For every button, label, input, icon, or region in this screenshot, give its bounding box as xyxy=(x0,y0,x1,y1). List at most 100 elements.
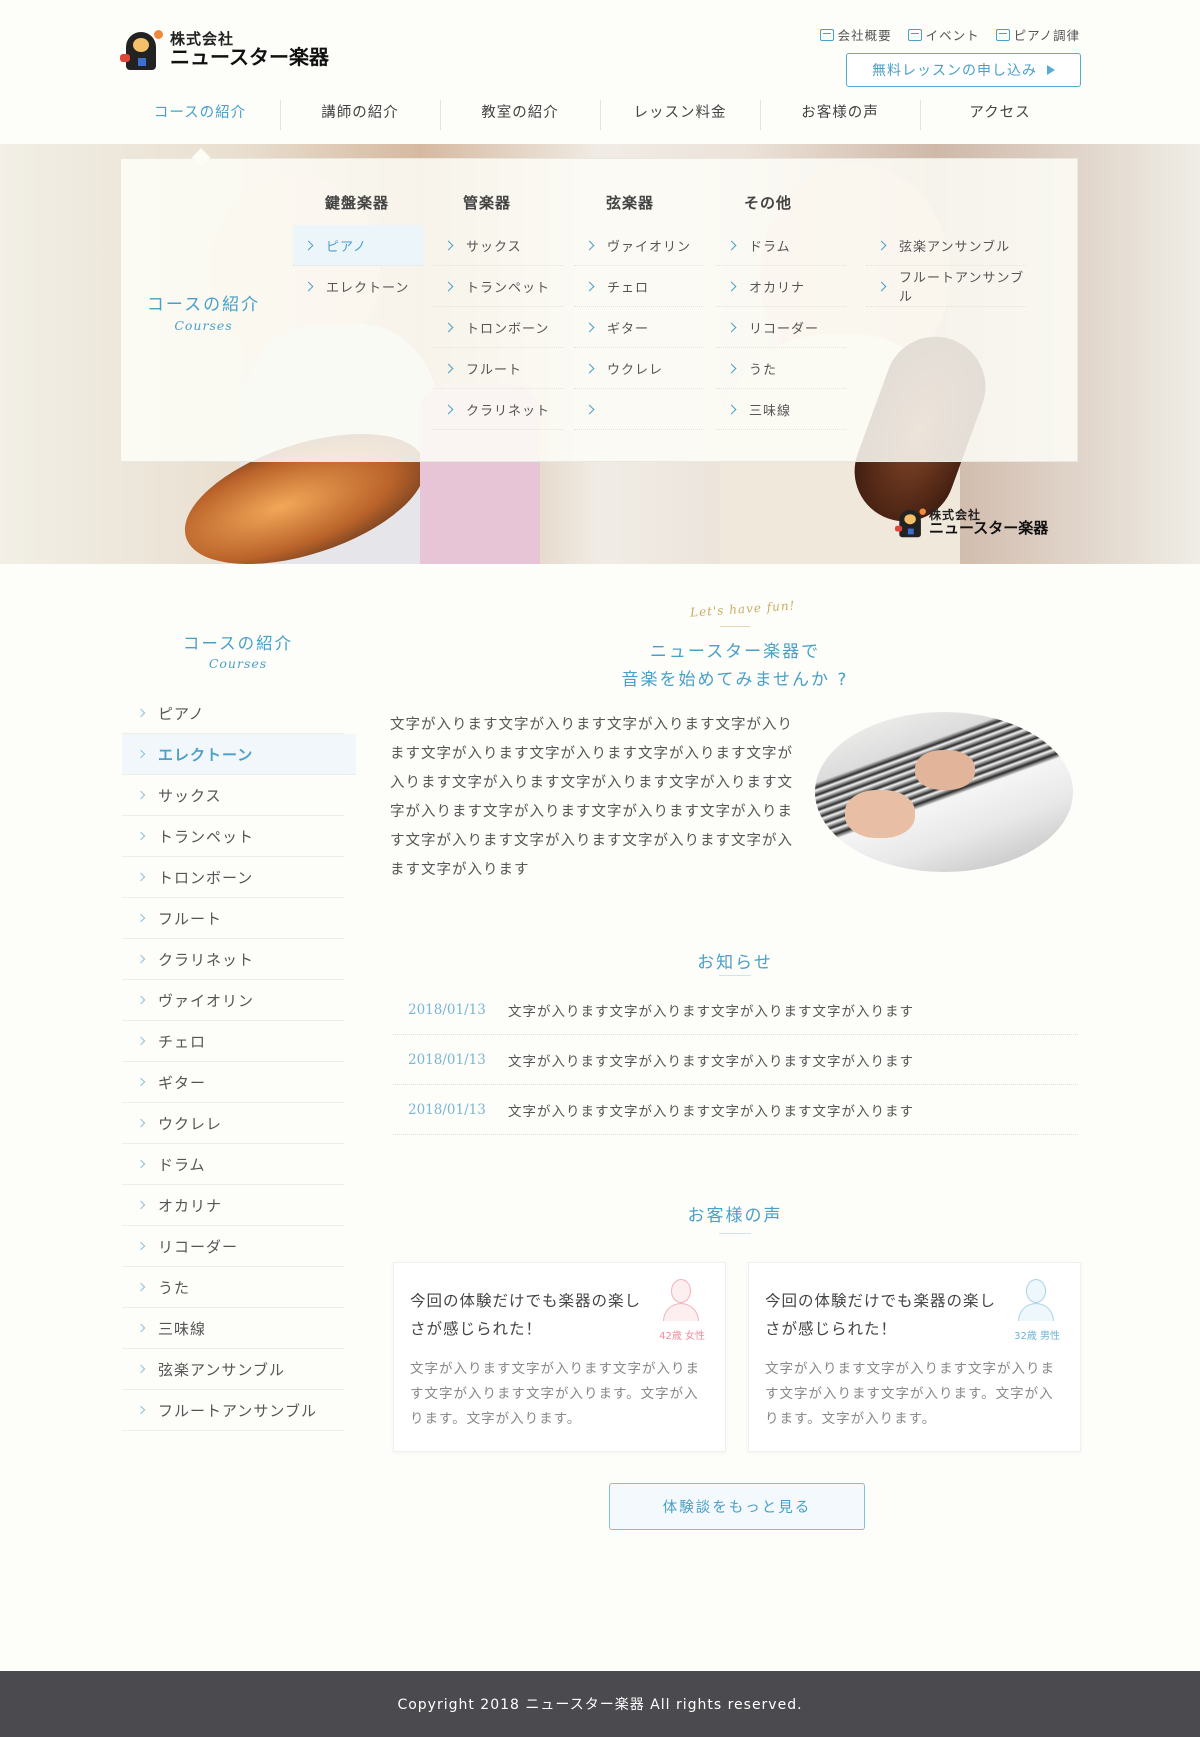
mega-column-wind: サックス トランペット トロンボーン フルート クラリネット xyxy=(433,225,563,430)
util-link-tuning[interactable]: ピアノ調律 xyxy=(995,25,1080,44)
news-date: 2018/01/13 xyxy=(408,1051,486,1068)
sidebar-item-label: ピアノ xyxy=(158,704,205,723)
voice-card[interactable]: 今回の体験だけでも楽器の楽しさが感じられた！ 文字が入ります文字が入ります文字が… xyxy=(393,1262,726,1452)
chevron-right-icon xyxy=(726,281,737,291)
mega-menu: コースの紹介 Courses 鍵盤楽器 管楽器 弦楽器 その他 ピアノ エレクト… xyxy=(120,158,1078,462)
chevron-right-icon xyxy=(136,708,146,718)
mega-link-string-ensemble[interactable]: 弦楽アンサンブル xyxy=(866,225,1026,266)
mega-link-cello[interactable]: チェロ xyxy=(574,266,704,307)
female-avatar-icon xyxy=(659,1277,703,1321)
sidebar-item[interactable]: エレクトーン xyxy=(122,734,356,775)
chevron-right-icon xyxy=(443,322,454,332)
free-lesson-button[interactable]: 無料レッスンの申し込み xyxy=(846,53,1081,87)
sidebar-item[interactable]: トロンボーン xyxy=(122,857,344,898)
gnav-item-voices[interactable]: お客様の声 xyxy=(760,98,920,132)
chevron-right-icon xyxy=(136,954,146,964)
gnav-item-classrooms[interactable]: 教室の紹介 xyxy=(440,98,600,132)
news-item[interactable]: 2018/01/13 文字が入ります文字が入ります文字が入ります文字が入ります xyxy=(393,985,1078,1035)
mega-link-drums[interactable]: ドラム xyxy=(716,225,846,266)
mega-link-piano[interactable]: ピアノ xyxy=(293,225,423,266)
sidebar-item[interactable]: 三味線 xyxy=(122,1308,344,1349)
sidebar-item-label: ドラム xyxy=(158,1155,206,1174)
gnav-item-access[interactable]: アクセス xyxy=(920,98,1080,132)
mega-link-flute[interactable]: フルート xyxy=(433,348,563,389)
chevron-right-icon xyxy=(136,1323,146,1333)
sidebar-title-jp: コースの紹介 xyxy=(182,634,294,653)
chevron-right-icon xyxy=(136,995,146,1005)
mega-link-trombone[interactable]: トロンボーン xyxy=(433,307,563,348)
mega-column-keyboard: ピアノ エレクトーン xyxy=(293,225,423,307)
gnav-item-courses[interactable]: コースの紹介 xyxy=(120,98,280,132)
sidebar-item[interactable]: 弦楽アンサンブル xyxy=(122,1349,344,1390)
mega-link-ukulele[interactable]: ウクレレ xyxy=(574,348,704,389)
site-header: 株式会社 ニュースター楽器 会社概要 イベント ピアノ調律 無料レッスンの申し込… xyxy=(0,0,1200,144)
sidebar-item[interactable]: ヴァイオリン xyxy=(122,980,344,1021)
intro-title-line1: ニュースター楽器で xyxy=(649,642,821,662)
news-item[interactable]: 2018/01/13 文字が入ります文字が入ります文字が入ります文字が入ります xyxy=(393,1085,1078,1135)
chevron-right-icon xyxy=(136,790,146,800)
mega-category-other: その他 xyxy=(744,194,793,212)
mega-link-label: 三味線 xyxy=(749,403,792,419)
gnav-item-teachers[interactable]: 講師の紹介 xyxy=(280,98,440,132)
sidebar-item[interactable]: リコーダー xyxy=(122,1226,344,1267)
sidebar-item[interactable]: ドラム xyxy=(122,1144,344,1185)
voice-age: 32歳 男性 xyxy=(1014,1331,1060,1342)
chevron-right-icon xyxy=(136,1282,146,1292)
sidebar-item-label: フルート xyxy=(158,909,223,928)
lets-have-fun-tagline: Let's have fun! xyxy=(689,598,796,620)
site-logo[interactable]: 株式会社 ニュースター楽器 xyxy=(120,28,329,72)
mega-link-trumpet[interactable]: トランペット xyxy=(433,266,563,307)
mega-link-sax[interactable]: サックス xyxy=(433,225,563,266)
male-avatar-icon xyxy=(1014,1277,1058,1321)
chevron-right-icon xyxy=(726,240,737,250)
util-link-label: 会社概要 xyxy=(837,28,892,43)
sidebar-item[interactable]: クラリネット xyxy=(122,939,344,980)
mega-link-label: ドラム xyxy=(749,239,791,255)
voice-card[interactable]: 今回の体験だけでも楽器の楽しさが感じられた！ 文字が入ります文字が入ります文字が… xyxy=(748,1262,1081,1452)
sidebar-item[interactable]: ピアノ xyxy=(122,693,344,734)
mega-link-electone[interactable]: エレクトーン xyxy=(293,266,423,307)
intro-title: ニュースター楽器で 音楽を始めてみませんか ? xyxy=(390,638,1080,694)
sidebar-item[interactable]: オカリナ xyxy=(122,1185,344,1226)
util-link-company[interactable]: 会社概要 xyxy=(819,25,892,44)
sidebar-item[interactable]: フルート xyxy=(122,898,344,939)
sidebar-item[interactable]: トランペット xyxy=(122,816,344,857)
mega-link-label: 弦楽アンサンブル xyxy=(899,239,1011,255)
sidebar-item[interactable]: ギター xyxy=(122,1062,344,1103)
chevron-right-icon xyxy=(876,240,887,250)
sidebar-item[interactable]: ウクレレ xyxy=(122,1103,344,1144)
chevron-right-icon xyxy=(584,363,595,373)
chevron-right-icon xyxy=(136,749,146,759)
mega-column-ensemble: 弦楽アンサンブル フルートアンサンブル xyxy=(866,225,1026,307)
mega-link-recorder[interactable]: リコーダー xyxy=(716,307,846,348)
mega-link-shamisen[interactable]: 三味線 xyxy=(716,389,846,430)
util-link-event[interactable]: イベント xyxy=(907,25,980,44)
mega-menu-title-en: Courses xyxy=(174,317,233,333)
mega-link-ocarina[interactable]: オカリナ xyxy=(716,266,846,307)
chevron-right-icon xyxy=(136,1036,146,1046)
sidebar-title-en: Courses xyxy=(208,656,268,671)
chevron-right-icon xyxy=(136,831,146,841)
mega-link-empty[interactable] xyxy=(574,389,704,430)
mega-link-flute-ensemble[interactable]: フルートアンサンブル xyxy=(866,266,1026,307)
chevron-right-icon xyxy=(136,1364,146,1374)
sidebar-item-label: ヴァイオリン xyxy=(158,991,255,1010)
mega-link-label: ギター xyxy=(607,321,650,337)
chevron-right-icon xyxy=(443,363,454,373)
news-title-divider xyxy=(719,975,751,976)
piano-photo xyxy=(815,712,1073,872)
chevron-right-icon xyxy=(443,404,454,414)
more-voices-button[interactable]: 体験談をもっと見る xyxy=(609,1483,865,1530)
mega-link-vocal[interactable]: うた xyxy=(716,348,846,389)
mega-link-guitar[interactable]: ギター xyxy=(574,307,704,348)
news-item[interactable]: 2018/01/13 文字が入ります文字が入ります文字が入ります文字が入ります xyxy=(393,1035,1078,1085)
sidebar-item[interactable]: フルートアンサンブル xyxy=(122,1390,344,1431)
logo-company-name: ニュースター楽器 xyxy=(170,45,329,70)
sidebar-item[interactable]: うた xyxy=(122,1267,344,1308)
mega-link-clarinet[interactable]: クラリネット xyxy=(433,389,563,430)
sidebar-item[interactable]: チェロ xyxy=(122,1021,344,1062)
gnav-item-fees[interactable]: レッスン料金 xyxy=(600,98,760,132)
mega-link-violin[interactable]: ヴァイオリン xyxy=(574,225,704,266)
sidebar-item[interactable]: サックス xyxy=(122,775,344,816)
chevron-right-icon xyxy=(136,913,146,923)
